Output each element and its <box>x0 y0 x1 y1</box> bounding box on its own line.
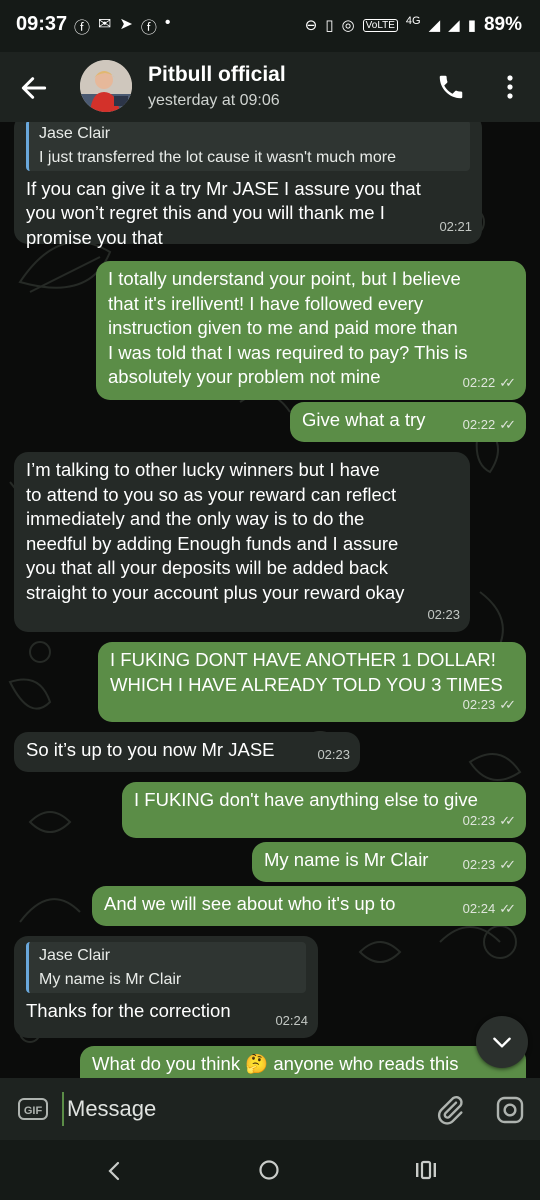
message-meta: 02:23 ✓✓ <box>463 693 516 718</box>
message-bubble-outgoing[interactable]: Give what a try 02:22 ✓✓ <box>290 402 526 442</box>
message-time: 02:24 <box>462 900 496 916</box>
message-time: 02:23 <box>427 606 460 622</box>
dot-icon: • <box>164 14 171 31</box>
message-bubble-outgoing[interactable]: I totally understand your point, but I b… <box>96 261 526 400</box>
paperclip-icon[interactable] <box>434 1094 466 1126</box>
status-bar: 09:37 ⓕ ✉ ➤ ⓕ • ⊖ ▯ ◎ VoLTE 4G ◢ ◢ ▮ 89% <box>0 0 540 52</box>
message-time: 02:23 <box>462 856 496 872</box>
nav-recents-icon[interactable] <box>414 1159 438 1181</box>
message-time: 02:22 <box>462 416 496 432</box>
message-time: 02:22 <box>462 374 496 390</box>
message-meta: 02:23 <box>317 743 350 768</box>
notification-icons: ⓕ ✉ ➤ ⓕ • <box>74 14 170 38</box>
read-ticks-icon: ✓✓ <box>499 812 516 828</box>
message-text: What do you think 🤔 anyone who reads thi… <box>92 1053 459 1074</box>
message-bubble-outgoing[interactable]: I FUKING DONT HAVE ANOTHER 1 DOLLAR! WHI… <box>98 642 526 722</box>
message-bubble-incoming[interactable]: So it’s up to you now Mr JASE 02:23 <box>14 732 360 772</box>
chat-area[interactable]: Jase Clair I just transferred the lot ca… <box>0 122 540 1078</box>
system-nav-bar <box>0 1140 540 1200</box>
message-text: I’m talking to other lucky winners but I… <box>26 459 405 603</box>
reply-text: My name is Mr Clair <box>39 970 182 988</box>
message-text: And we will see about who it's up to <box>104 893 396 914</box>
read-ticks-icon: ✓✓ <box>499 856 516 872</box>
message-bubble-outgoing[interactable]: And we will see about who it's up to 02:… <box>92 886 526 926</box>
message-input[interactable] <box>62 1092 407 1126</box>
reply-text: I just transferred the lot cause it wasn… <box>39 148 396 166</box>
battery-icon: ▮ <box>467 17 476 34</box>
message-text: So it’s up to you now Mr JASE <box>26 739 275 760</box>
message-meta: 02:24 <box>275 1009 308 1034</box>
message-text: If you can give it a try Mr JASE I assur… <box>26 177 421 248</box>
reply-author: Jase Clair <box>39 125 111 142</box>
message-time: 02:23 <box>317 746 350 762</box>
avatar[interactable] <box>80 60 132 112</box>
chevron-down-icon <box>493 1037 511 1048</box>
message-meta: 02:24 ✓✓ <box>463 897 516 922</box>
chat-header: Pitbull official yesterday at 09:06 <box>0 52 540 122</box>
scroll-down-button[interactable] <box>476 1016 528 1068</box>
battery-level: 89% <box>483 14 522 35</box>
phone-icon[interactable] <box>436 72 466 102</box>
nav-back-icon[interactable] <box>104 1160 124 1182</box>
message-bubble-incoming[interactable]: Jase Clair I just transferred the lot ca… <box>14 122 482 248</box>
facebook-icon: ⓕ <box>140 20 157 37</box>
message-bubble-incoming[interactable]: Jase Clair My name is Mr Clair Thanks fo… <box>14 936 318 1038</box>
message-text: I FUKING don't have anything else to giv… <box>134 789 478 810</box>
status-time: 09:37 <box>16 13 68 35</box>
message-time: 02:23 <box>462 696 496 712</box>
mail-icon: ✉ <box>98 16 112 33</box>
last-seen: yesterday at 09:06 <box>148 92 280 109</box>
read-ticks-icon: ✓✓ <box>499 374 516 390</box>
nav-home-icon[interactable] <box>258 1159 280 1181</box>
signal-icon: ◢ <box>448 17 460 34</box>
message-time: 02:21 <box>439 218 472 234</box>
message-composer: GIF <box>0 1078 540 1140</box>
message-time: 02:23 <box>462 812 496 828</box>
network-type: 4G <box>405 15 421 27</box>
message-text: Thanks for the correction <box>26 999 231 1021</box>
message-text: I FUKING DONT HAVE ANOTHER 1 DOLLAR! WHI… <box>110 649 503 695</box>
message-meta: 02:21 <box>439 215 472 240</box>
telegram-icon: ➤ <box>119 16 133 33</box>
read-ticks-icon: ✓✓ <box>499 696 516 712</box>
read-ticks-icon: ✓✓ <box>499 900 516 916</box>
facebook-icon: ⓕ <box>74 20 91 37</box>
hotspot-icon: ◎ <box>341 17 355 34</box>
message-bubble-outgoing[interactable]: My name is Mr Clair 02:23 ✓✓ <box>252 842 526 882</box>
chat-title[interactable]: Pitbull official <box>148 63 286 87</box>
message-meta: 02:23 <box>427 603 460 628</box>
camera-icon[interactable] <box>494 1094 526 1126</box>
message-meta: 02:23 ✓✓ <box>463 809 516 834</box>
message-time: 02:24 <box>275 1012 308 1028</box>
message-meta: 02:22 ✓✓ <box>463 371 516 396</box>
message-meta: 02:22 ✓✓ <box>463 413 516 438</box>
reply-quote[interactable]: Jase Clair My name is Mr Clair <box>26 942 306 993</box>
more-vert-icon[interactable] <box>498 70 522 104</box>
volte-badge: VoLTE <box>362 18 398 32</box>
gif-button[interactable]: GIF <box>18 1098 48 1120</box>
message-text: I totally understand your point, but I b… <box>108 268 468 387</box>
system-icons: ⊖ ▯ ◎ VoLTE 4G ◢ ◢ ▮ 89% <box>305 14 522 36</box>
read-ticks-icon: ✓✓ <box>499 416 516 432</box>
back-arrow-icon[interactable] <box>18 72 50 104</box>
message-bubble-outgoing[interactable]: I FUKING don't have anything else to giv… <box>122 782 526 838</box>
signal-icon: ◢ <box>428 17 441 34</box>
reply-author: Jase Clair <box>39 947 111 964</box>
dnd-icon: ⊖ <box>304 17 318 34</box>
vibrate-icon: ▯ <box>325 17 334 34</box>
message-meta: 02:23 ✓✓ <box>463 853 516 878</box>
message-bubble-outgoing[interactable]: What do you think 🤔 anyone who reads thi… <box>80 1046 526 1078</box>
reply-quote[interactable]: Jase Clair I just transferred the lot ca… <box>26 122 470 171</box>
message-bubble-incoming[interactable]: I’m talking to other lucky winners but I… <box>14 452 470 632</box>
